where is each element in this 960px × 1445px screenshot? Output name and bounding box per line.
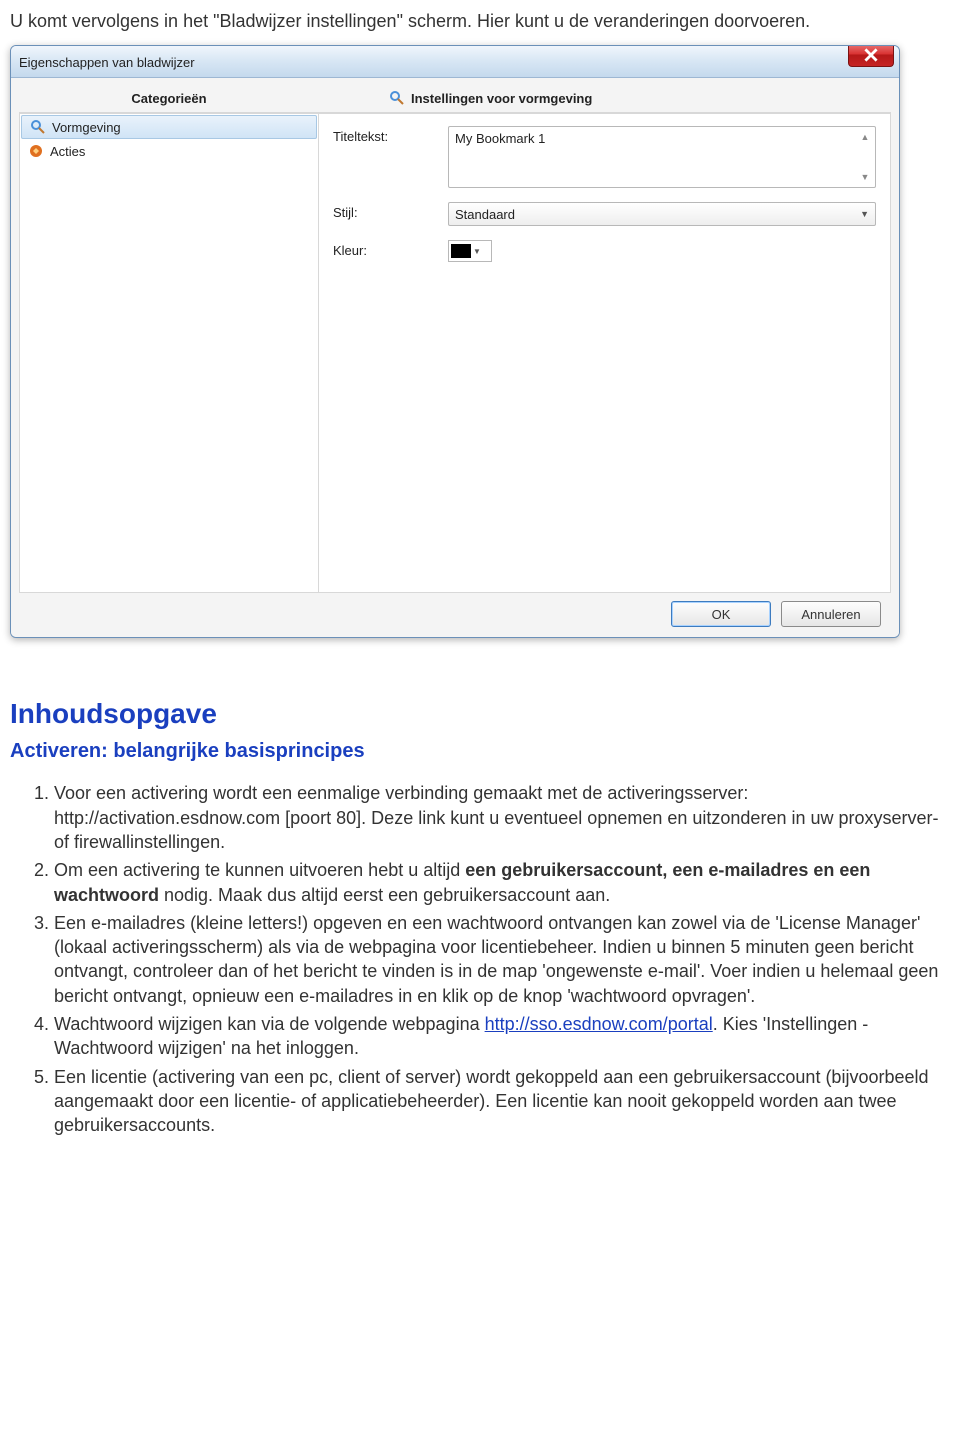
categories-list: Vormgeving Acties [19, 113, 319, 593]
ok-button[interactable]: OK [671, 601, 771, 627]
settings-header: Instellingen voor vormgeving [319, 86, 891, 112]
item-text: Een e-mailadres (kleine letters!) opgeve… [54, 913, 938, 1006]
settings-pane: Titeltekst: My Bookmark 1 ▲ ▼ Stijl: Sta… [319, 113, 891, 593]
intro-text: U komt vervolgens in het "Bladwijzer ins… [10, 10, 950, 33]
item-text: nodig. Maak dus altijd eerst een gebruik… [159, 885, 610, 905]
list-item: Voor een activering wordt een eenmalige … [54, 781, 950, 854]
categories-header-label: Categorieën [131, 91, 206, 106]
color-swatch [451, 244, 471, 258]
category-acties[interactable]: Acties [20, 140, 318, 162]
dialog-footer: OK Annuleren [19, 593, 891, 627]
dialog-body: Categorieën Instellingen voor vormgeving… [11, 78, 899, 637]
titletext-scrollbar[interactable]: ▲ ▼ [857, 129, 873, 185]
item-text: Voor een activering wordt een eenmalige … [54, 783, 939, 852]
item-text: Om een activering te kunnen uitvoeren he… [54, 860, 465, 880]
section-heading: Activeren: belangrijke basisprincipes [10, 740, 950, 763]
category-vormgeving[interactable]: Vormgeving [21, 115, 317, 139]
scroll-up-icon: ▲ [857, 129, 873, 145]
cancel-button[interactable]: Annuleren [781, 601, 881, 627]
chevron-down-icon: ▼ [860, 209, 869, 219]
categories-header: Categorieën [19, 86, 319, 112]
portal-link[interactable]: http://sso.esdnow.com/portal [485, 1014, 713, 1034]
titletext-value: My Bookmark 1 [455, 131, 545, 146]
category-label: Vormgeving [52, 120, 121, 135]
principles-list: Voor een activering wordt een eenmalige … [34, 781, 950, 1137]
magnifier-icon [30, 119, 46, 135]
page-heading: Inhoudsopgave [10, 698, 950, 730]
stijl-select[interactable]: Standaard ▼ [448, 202, 876, 226]
list-item: Een licentie (activering van een pc, cli… [54, 1065, 950, 1138]
kleur-label: Kleur: [333, 240, 438, 258]
close-icon [864, 48, 878, 62]
stijl-value: Standaard [455, 207, 515, 222]
scroll-down-icon: ▼ [857, 169, 873, 185]
panes-container: Vormgeving Acties Titeltekst: My Bookmar… [19, 113, 891, 593]
stijl-label: Stijl: [333, 202, 438, 220]
list-item: Wachtwoord wijzigen kan via de volgende … [54, 1012, 950, 1061]
list-item: Een e-mailadres (kleine letters!) opgeve… [54, 911, 950, 1008]
action-icon [28, 143, 44, 159]
dialog-titlebar: Eigenschappen van bladwijzer [11, 46, 899, 78]
pane-headers: Categorieën Instellingen voor vormgeving [19, 86, 891, 113]
magnifier-icon [389, 90, 405, 106]
item-text: Wachtwoord wijzigen kan via de volgende … [54, 1014, 485, 1034]
item-text: Een licentie (activering van een pc, cli… [54, 1067, 929, 1136]
dialog-title: Eigenschappen van bladwijzer [19, 55, 195, 70]
kleur-row: Kleur: ▼ [333, 240, 876, 262]
stijl-row: Stijl: Standaard ▼ [333, 202, 876, 226]
chevron-down-icon: ▼ [473, 247, 481, 256]
kleur-picker[interactable]: ▼ [448, 240, 492, 262]
close-button[interactable] [848, 45, 894, 67]
bookmark-properties-dialog: Eigenschappen van bladwijzer Categorieën… [10, 45, 900, 638]
titletext-input[interactable]: My Bookmark 1 ▲ ▼ [448, 126, 876, 188]
titletext-label: Titeltekst: [333, 126, 438, 144]
category-label: Acties [50, 144, 85, 159]
list-item: Om een activering te kunnen uitvoeren he… [54, 858, 950, 907]
titletext-row: Titeltekst: My Bookmark 1 ▲ ▼ [333, 126, 876, 188]
settings-header-label: Instellingen voor vormgeving [411, 91, 592, 106]
article: Inhoudsopgave Activeren: belangrijke bas… [10, 698, 950, 1137]
